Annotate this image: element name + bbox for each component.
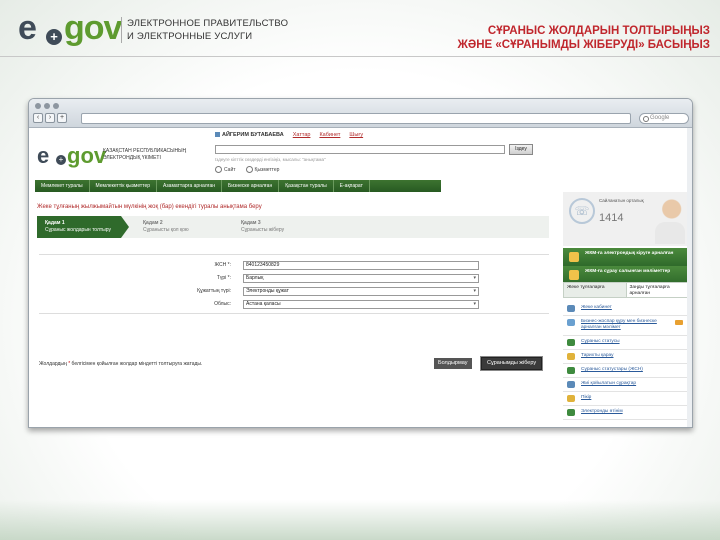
step-3: Қадам 3 Сұранысты жіберу	[241, 220, 285, 233]
browser-window: ‹ › + Google АЙГЕРИМ БУТАБАЕВА Хаттар Ка…	[28, 98, 693, 428]
slide-bottom-band	[0, 500, 720, 540]
sidebar-links: Жеке кабинет Бизнес-жоспар құру мен бизн…	[563, 302, 689, 420]
site-logo-e: e	[37, 143, 50, 168]
doc-type-select[interactable]: Электронды құжат	[243, 287, 479, 296]
iin-field[interactable]: 840123450829	[243, 261, 479, 270]
egov-logo: e + gov	[18, 9, 122, 48]
request-form: ЖСН *: 840123450829 Түрі *: Барлық Құжат…	[39, 254, 549, 314]
site-logo[interactable]: e + gov ҚАЗАҚСТАН РЕСПУБЛИКАСЫНЫҢ ЭЛЕКТРО…	[37, 144, 217, 172]
search-scope: Сайт Қызметтер	[215, 166, 279, 173]
operator-photo	[653, 194, 687, 244]
region-label: Облыс:	[214, 301, 231, 307]
sidebar-tabs: Жеке тұлғаларға Заңды тұлғаларға арналға…	[563, 282, 689, 298]
radio-site[interactable]: Сайт	[215, 166, 236, 173]
site-search-button[interactable]: Іздеу	[509, 144, 533, 155]
header-subtitle: ЭЛЕКТРОННОЕ ПРАВИТЕЛЬСТВО И ЭЛЕКТРОННЫЕ …	[121, 17, 288, 43]
sidebar-link[interactable]: Бизнес-жоспар құру мен бизнеске арналған…	[563, 316, 689, 336]
iin-label: ЖСН *:	[214, 262, 231, 268]
document-icon	[567, 319, 575, 326]
doc-type-label: Құжаттың түрі:	[197, 288, 231, 294]
site-search-input[interactable]	[215, 145, 505, 154]
sidebar-link[interactable]: Сұраныс статустары (ЖСН)	[563, 364, 689, 378]
slide-title-line2: ЖӘНЕ «СҰРАНЫМДЫ ЖІБЕРУДІ» БАСЫҢЫЗ	[457, 39, 710, 51]
site-page: АЙГЕРИМ БУТАБАЕВА Хаттар Кабинет Шығу e …	[29, 128, 692, 427]
slide-header: e + gov ЭЛЕКТРОННОЕ ПРАВИТЕЛЬСТВО И ЭЛЕК…	[0, 0, 720, 60]
browser-search-input[interactable]: Google	[639, 113, 689, 124]
logo-gov: gov	[64, 9, 122, 47]
site-sidebar: ☏ Сайланатын орталық 1414 ЖКМ-ға электро…	[563, 192, 691, 427]
tab-individuals[interactable]: Жеке тұлғаларға	[563, 282, 627, 298]
site-logo-text: ҚАЗАҚСТАН РЕСПУБЛИКАСЫНЫҢ ЭЛЕКТРОНДЫҚ ҮКІ…	[103, 148, 187, 161]
history-icon	[567, 353, 575, 360]
sidebar-bar-1[interactable]: ЖКМ-ға электрондық кіруге арналған	[563, 248, 689, 266]
menu-item[interactable]: Қазақстан туралы	[279, 180, 334, 192]
logo-plus-icon: +	[46, 29, 62, 45]
sidebar-link[interactable]: Жеке кабинет	[563, 302, 689, 316]
scrollbar[interactable]	[687, 128, 692, 427]
check-icon	[567, 339, 575, 346]
radio-services[interactable]: Қызметтер	[246, 166, 280, 173]
feedback-icon	[567, 395, 575, 402]
call-center-block[interactable]: ☏ Сайланатын орталық 1414	[563, 192, 689, 246]
browser-nav: ‹ › +	[33, 113, 67, 123]
messages-link[interactable]: Хаттар	[293, 132, 311, 138]
faq-icon	[567, 381, 575, 388]
header-divider	[0, 56, 720, 57]
application-icon	[567, 409, 575, 416]
address-bar[interactable]	[81, 113, 631, 124]
type-label: Түрі *:	[216, 275, 231, 281]
site-search-hint: Іздеуге кілттік сөздерді енгізіңіз, мыса…	[215, 157, 326, 162]
menu-item[interactable]: Е-ақпарат	[334, 180, 370, 192]
site-logo-gov: gov	[67, 143, 107, 168]
type-select[interactable]: Барлық	[243, 274, 479, 283]
arrow-icon	[675, 320, 683, 325]
sidebar-link[interactable]: Жиі қойылатын сұрақтар	[563, 378, 689, 392]
phone-icon: ☏	[569, 198, 595, 224]
form-row-iin: ЖСН *: 840123450829	[39, 261, 549, 271]
logo-e: e	[18, 9, 37, 47]
forward-icon[interactable]: ›	[45, 113, 55, 123]
profile-link[interactable]: Кабинет	[319, 132, 340, 138]
tab-legal-entities[interactable]: Заңды тұлғаларға арналған	[626, 282, 689, 298]
region-select[interactable]: Астана қаласы	[243, 300, 479, 309]
user-name: АЙГЕРИМ БУТАБАЕВА	[215, 132, 284, 138]
form-row-type: Түрі *: Барлық	[39, 274, 549, 284]
cancel-button[interactable]: Болдырмау	[434, 358, 472, 369]
add-tab-icon[interactable]: +	[57, 113, 67, 123]
step-1: Қадам 1 Сұраныс жолдарын толтыру	[37, 216, 129, 238]
lock-icon	[569, 270, 579, 280]
main-menu: Мемлекет туралы Мемлекеттік қызметтер Аз…	[35, 180, 441, 192]
call-center-label: Сайланатын орталық	[599, 198, 644, 203]
site-logo-plus-icon: +	[56, 155, 66, 165]
browser-chrome: ‹ › + Google	[29, 99, 692, 128]
sidebar-link[interactable]: Тарихты қарау	[563, 350, 689, 364]
wizard-steps: Қадам 1 Сұраныс жолдарын толтыру Қадам 2С…	[37, 216, 549, 238]
menu-item[interactable]: Азаматтарға арналған	[157, 180, 223, 192]
menu-item[interactable]: Мемлекет туралы	[35, 180, 90, 192]
form-row-doc: Құжаттың түрі: Электронды құжат	[39, 287, 549, 297]
sidebar-link[interactable]: Электронды өтінім	[563, 406, 689, 420]
logout-link[interactable]: Шығу	[349, 132, 363, 138]
status-icon	[567, 367, 575, 374]
back-icon[interactable]: ‹	[33, 113, 43, 123]
form-row-region: Облыс: Астана қаласы	[39, 300, 549, 310]
call-center-number: 1414	[599, 212, 624, 224]
header-subtitle-line2: И ЭЛЕКТРОННЫЕ УСЛУГИ	[127, 31, 253, 42]
step-2: Қадам 2 Сұранысты қол қою	[143, 220, 189, 233]
required-note: Жолдардың * белгісімен қойылған жолдар м…	[39, 361, 203, 367]
header-subtitle-line1: ЭЛЕКТРОННОЕ ПРАВИТЕЛЬСТВО	[127, 18, 289, 29]
menu-item[interactable]: Бизнеске арналған	[222, 180, 280, 192]
send-request-button[interactable]: Сұранымды жіберу	[479, 356, 544, 371]
site-topbar: АЙГЕРИМ БУТАБАЕВА Хаттар Кабинет Шығу	[215, 132, 363, 138]
user-icon	[215, 132, 220, 138]
service-title: Жеке тұлғаның жылжымайтын мүлкінің жоқ (…	[37, 204, 262, 210]
key-icon	[569, 252, 579, 262]
sidebar-link[interactable]: Сұраныс статусы	[563, 336, 689, 350]
window-controls[interactable]	[35, 103, 59, 109]
slide-title-line1: СҰРАНЫС ЖОЛДАРЫН ТОЛТЫРЫҢЫЗ	[487, 25, 710, 37]
cabinet-icon	[567, 305, 575, 312]
sidebar-link[interactable]: Пікір	[563, 392, 689, 406]
menu-item[interactable]: Мемлекеттік қызметтер	[90, 180, 158, 192]
slide-title: СҰРАНЫС ЖОЛДАРЫН ТОЛТЫРЫҢЫЗ ЖӘНЕ «СҰРАНЫ…	[380, 24, 710, 52]
